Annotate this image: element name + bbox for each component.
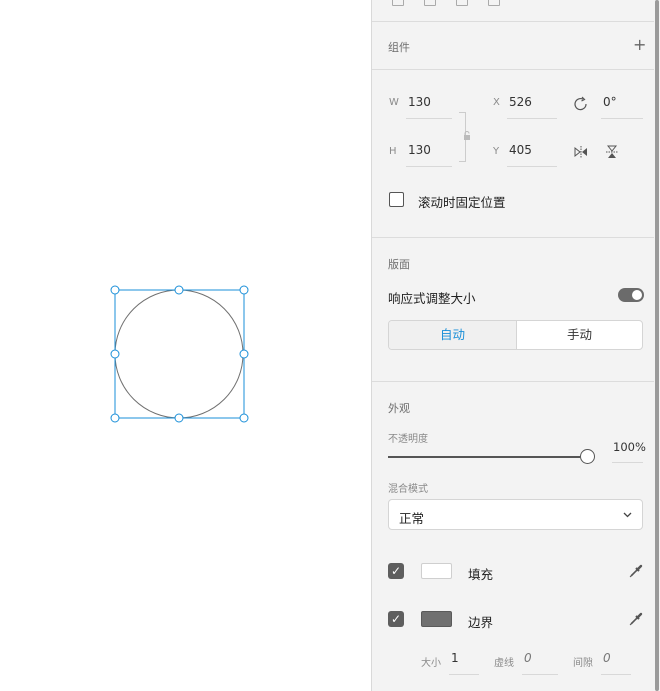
height-input[interactable]: 130 xyxy=(408,143,431,157)
artboard-title: 版面 xyxy=(388,258,410,271)
rotation-underline xyxy=(601,118,643,119)
canvas-artwork xyxy=(110,285,249,423)
fix-on-scroll-checkbox[interactable] xyxy=(389,192,404,207)
dash-input[interactable]: 0 xyxy=(524,651,532,665)
opacity-value[interactable]: 100% xyxy=(613,440,646,454)
resize-handle-bottom-right[interactable] xyxy=(239,413,249,423)
resize-handle-right[interactable] xyxy=(239,349,249,359)
border-color-swatch[interactable] xyxy=(421,611,452,627)
resize-handle-top-left[interactable] xyxy=(110,285,120,295)
border-label: 边界 xyxy=(468,615,494,630)
blend-mode-dropdown[interactable]: 正常 xyxy=(388,499,643,530)
width-input[interactable]: 130 xyxy=(408,95,431,109)
width-underline xyxy=(406,118,452,119)
rotation-input[interactable]: 0° xyxy=(603,95,617,109)
divider xyxy=(372,69,655,70)
responsive-resize-label: 响应式调整大小 xyxy=(388,291,476,306)
ellipse-shape[interactable] xyxy=(114,289,244,419)
resize-handle-bottom-left[interactable] xyxy=(110,413,120,423)
align-icon[interactable] xyxy=(488,0,500,6)
panel-scrollbar[interactable] xyxy=(654,0,660,691)
divider xyxy=(372,381,655,382)
fill-checkbox[interactable]: ✓ xyxy=(388,563,404,579)
stroke-size-label: 大小 xyxy=(421,658,441,669)
responsive-resize-toggle[interactable] xyxy=(618,288,644,302)
rotate-icon xyxy=(574,96,587,111)
align-icon[interactable] xyxy=(424,0,436,6)
property-inspector: 组件 + W 130 X 526 0° H 130 Y 405 滚动时固定位置 … xyxy=(371,0,655,691)
height-underline xyxy=(406,166,452,167)
gap-underline xyxy=(601,674,631,675)
height-label: H xyxy=(389,146,397,157)
divider xyxy=(372,21,655,22)
divider xyxy=(372,237,655,238)
appearance-title: 外观 xyxy=(388,402,410,415)
y-input[interactable]: 405 xyxy=(509,143,532,157)
resize-handle-left[interactable] xyxy=(110,349,120,359)
fix-on-scroll-label: 滚动时固定位置 xyxy=(418,195,506,210)
eyedropper-icon[interactable] xyxy=(628,563,644,579)
unlock-icon[interactable] xyxy=(463,131,471,141)
gap-label: 间隙 xyxy=(573,658,593,669)
opacity-slider-thumb[interactable] xyxy=(580,449,595,464)
x-label: X xyxy=(493,97,500,108)
dash-label: 虚线 xyxy=(494,658,514,669)
flip-vertical-icon[interactable] xyxy=(606,145,618,159)
manual-mode-button[interactable]: 手动 xyxy=(517,321,642,349)
fill-label: 填充 xyxy=(468,567,494,582)
opacity-label: 不透明度 xyxy=(388,434,428,445)
gap-input[interactable]: 0 xyxy=(603,651,611,665)
flip-horizontal-icon[interactable] xyxy=(574,146,588,158)
x-input[interactable]: 526 xyxy=(509,95,532,109)
resize-mode-segmented: 自动 手动 xyxy=(388,320,643,350)
blend-mode-value: 正常 xyxy=(399,511,425,526)
width-label: W xyxy=(389,97,399,108)
resize-handle-bottom[interactable] xyxy=(174,413,184,423)
scrollbar-thumb[interactable] xyxy=(655,0,659,691)
plus-icon[interactable]: + xyxy=(633,37,646,53)
opacity-underline xyxy=(612,462,643,463)
y-underline xyxy=(507,166,557,167)
chevron-down-icon xyxy=(623,512,632,518)
resize-handle-top-right[interactable] xyxy=(239,285,249,295)
auto-mode-button[interactable]: 自动 xyxy=(389,321,517,349)
opacity-slider-track[interactable] xyxy=(388,456,580,458)
stroke-size-underline xyxy=(449,674,479,675)
border-checkbox[interactable]: ✓ xyxy=(388,611,404,627)
align-toolbar xyxy=(392,0,512,6)
dash-underline xyxy=(522,674,558,675)
stroke-size-input[interactable]: 1 xyxy=(451,651,459,665)
align-icon[interactable] xyxy=(392,0,404,6)
resize-handle-top[interactable] xyxy=(174,285,184,295)
fill-color-swatch[interactable] xyxy=(421,563,452,579)
y-label: Y xyxy=(493,146,500,157)
align-icon[interactable] xyxy=(456,0,468,6)
design-canvas[interactable] xyxy=(0,0,371,691)
blend-mode-label: 混合模式 xyxy=(388,484,428,495)
eyedropper-icon[interactable] xyxy=(628,611,644,627)
components-title: 组件 xyxy=(388,41,410,54)
x-underline xyxy=(507,118,557,119)
